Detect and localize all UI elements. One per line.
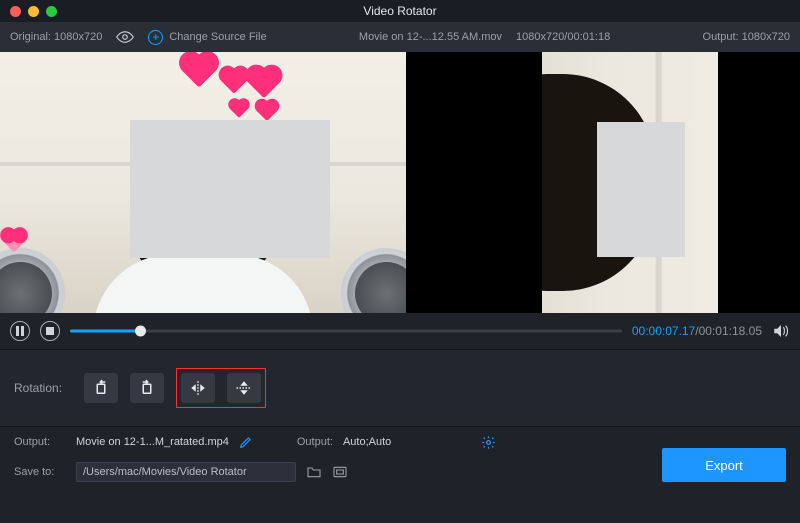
browse-folder-icon[interactable] [306, 465, 322, 479]
zoom-window-button[interactable] [46, 6, 57, 17]
player-bar: 00:00:07.17/00:01:18.05 [0, 313, 800, 349]
info-bar: Original: 1080x720 + Change Source File … [0, 22, 800, 52]
original-dimensions-label: Original: 1080x720 [10, 31, 102, 43]
current-time: 00:00:07.17 [632, 324, 695, 338]
rotation-label: Rotation: [14, 381, 62, 395]
save-to-label: Save to: [14, 466, 66, 478]
edit-output-filename-icon[interactable] [239, 435, 253, 449]
output-preview [542, 52, 718, 313]
pause-button[interactable] [10, 321, 30, 341]
export-button-label: Export [705, 458, 743, 473]
rotation-panel: Rotation: [0, 349, 800, 427]
censor-block [130, 120, 330, 258]
stop-button[interactable] [40, 321, 60, 341]
change-source-file-button[interactable]: + Change Source File [148, 30, 266, 45]
output-format-label: Output: [297, 436, 333, 448]
minimize-window-button[interactable] [28, 6, 39, 17]
preview-visibility-icon[interactable] [116, 31, 134, 43]
timecode: 00:00:07.17/00:01:18.05 [632, 324, 762, 338]
output-dimensions-label: Output: 1080x720 [703, 31, 790, 43]
window-title: Video Rotator [0, 4, 800, 18]
rotate-right-button[interactable] [130, 373, 164, 403]
open-folder-icon[interactable] [332, 465, 348, 479]
volume-icon[interactable] [772, 324, 790, 338]
source-dimensions-duration-label: 1080x720/00:01:18 [516, 31, 610, 43]
original-preview [0, 52, 406, 313]
save-path-field[interactable]: /Users/mac/Movies/Video Rotator [76, 462, 296, 482]
bottom-panel: Output: Movie on 12-1...M_ratated.mp4 Ou… [0, 427, 800, 487]
output-filename: Movie on 12-1...M_ratated.mp4 [76, 436, 229, 448]
change-source-label: Change Source File [169, 31, 266, 43]
flip-group-highlight [176, 368, 266, 408]
export-button[interactable]: Export [662, 448, 786, 482]
flip-vertical-button[interactable] [227, 373, 261, 403]
window-controls [0, 6, 57, 17]
flip-horizontal-button[interactable] [181, 373, 215, 403]
preview-area [0, 52, 800, 313]
close-window-button[interactable] [10, 6, 21, 17]
source-filename-label: Movie on 12-...12.55 AM.mov [359, 31, 502, 43]
titlebar: Video Rotator [0, 0, 800, 22]
output-file-label: Output: [14, 436, 66, 448]
output-settings-icon[interactable] [481, 435, 496, 450]
output-format-value: Auto;Auto [343, 436, 391, 448]
censor-block [597, 122, 685, 257]
plus-icon: + [148, 30, 163, 45]
total-time: /00:01:18.05 [695, 324, 762, 338]
rotate-left-button[interactable] [84, 373, 118, 403]
seek-slider[interactable] [70, 327, 622, 335]
